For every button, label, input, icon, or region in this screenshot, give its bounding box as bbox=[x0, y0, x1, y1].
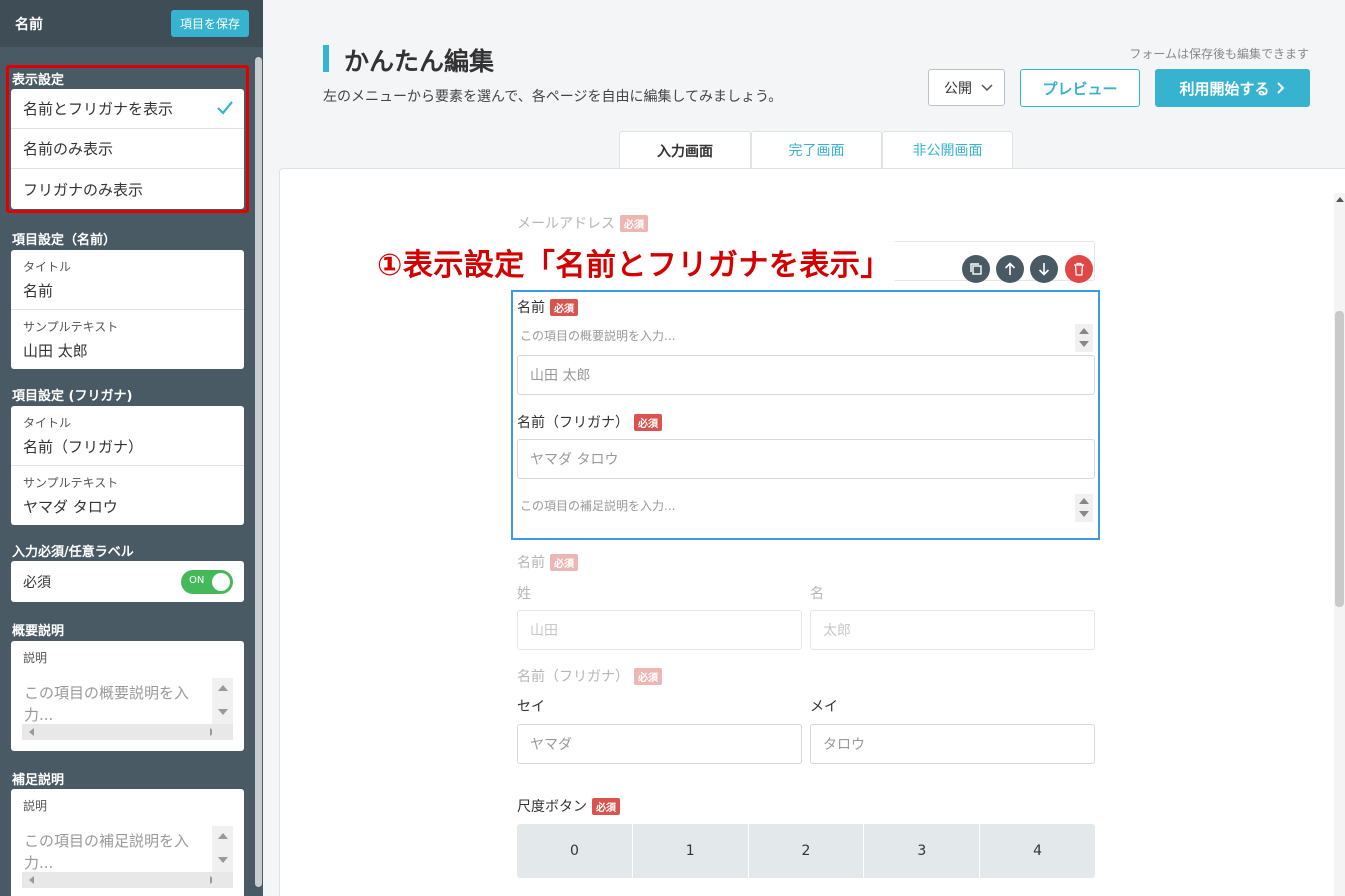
required-label-settings-label: 入力必須/任意ラベル bbox=[12, 545, 134, 560]
name-sample-label: サンプルテキスト bbox=[23, 320, 119, 334]
scale-button-3[interactable]: 3 bbox=[864, 824, 981, 878]
kana-sample-value[interactable]: ヤマダ タロウ bbox=[23, 491, 232, 525]
scroll-up-icon[interactable] bbox=[1336, 197, 1344, 202]
mei-kana-label: メイ bbox=[810, 699, 838, 715]
kana-title-label: タイトル bbox=[23, 416, 72, 430]
title-accent-bar bbox=[323, 45, 329, 72]
scale-button-0[interactable]: 0 bbox=[517, 824, 633, 878]
name-sample-field[interactable]: サンプルテキスト 山田 太郎 bbox=[11, 310, 244, 369]
textarea-vscroll[interactable] bbox=[212, 678, 233, 724]
scale-buttons: 0 1 2 3 4 bbox=[517, 824, 1095, 878]
kana-title-value[interactable]: 名前（フリガナ） bbox=[23, 431, 232, 465]
required-badge: 必須 bbox=[620, 214, 648, 232]
name-settings-label: 項目設定（名前） bbox=[12, 233, 117, 248]
save-item-button[interactable]: 項目を保存 bbox=[170, 10, 249, 37]
required-toggle[interactable]: ON bbox=[181, 569, 233, 594]
chevron-down-icon bbox=[981, 84, 993, 92]
chevron-right-icon bbox=[1276, 82, 1284, 94]
name-field-label: 名前 必須 bbox=[517, 297, 578, 317]
required-value: 必須 bbox=[23, 574, 51, 591]
page-title: かんたん編集 bbox=[344, 47, 495, 76]
required-badge: 必須 bbox=[550, 298, 578, 316]
mei-input[interactable]: 太郎 bbox=[810, 610, 1095, 650]
name-title-field[interactable]: タイトル 名前 bbox=[11, 250, 244, 310]
supplement-scroll-spinner[interactable] bbox=[1075, 494, 1093, 522]
scale-label: 尺度ボタン 必須 bbox=[517, 796, 620, 816]
summary-settings-label: 概要説明 bbox=[12, 624, 65, 639]
preview-button[interactable]: プレビュー bbox=[1020, 69, 1140, 107]
summary-card: 説明 この項目の概要説明を入力... bbox=[11, 641, 244, 751]
name-input[interactable]: 山田 太郎 bbox=[517, 355, 1095, 395]
textarea-hscroll[interactable] bbox=[22, 872, 222, 888]
supplement-textarea[interactable]: この項目の補足説明を入力... bbox=[22, 826, 233, 888]
supplement-field-label: 説明 bbox=[23, 799, 48, 813]
summary-scroll-spinner[interactable] bbox=[1075, 324, 1093, 352]
visibility-select[interactable]: 公開 bbox=[928, 69, 1005, 106]
sidebar: 名前 項目を保存 表示設定 名前とフリガナを表示 名前のみ表示 フリガナのみ表示… bbox=[0, 0, 263, 896]
sidebar-title: 名前 bbox=[15, 16, 43, 33]
kana-sample-field[interactable]: サンプルテキスト ヤマダ タロウ bbox=[11, 466, 244, 525]
sei-input[interactable]: 山田 bbox=[517, 610, 802, 650]
mei-kana-input[interactable]: タロウ bbox=[810, 724, 1095, 764]
resize-handle-icon[interactable] bbox=[212, 872, 233, 888]
scale-button-1[interactable]: 1 bbox=[633, 824, 749, 878]
summary-textarea[interactable]: この項目の概要説明を入力... bbox=[22, 678, 233, 740]
name-sample-value[interactable]: 山田 太郎 bbox=[23, 335, 232, 369]
kana-input[interactable]: ヤマダ タロウ bbox=[517, 439, 1095, 479]
textarea-vscroll[interactable] bbox=[212, 826, 233, 872]
sei-label: 姓 bbox=[517, 586, 531, 602]
supplement-settings-label: 補足説明 bbox=[12, 773, 65, 788]
split-kana-label: 名前（フリガナ） 必須 bbox=[517, 666, 662, 686]
move-up-button[interactable] bbox=[996, 255, 1024, 283]
name-title-label: タイトル bbox=[23, 260, 72, 274]
sei-kana-label: セイ bbox=[517, 699, 545, 715]
trash-icon bbox=[1074, 262, 1084, 276]
start-using-button[interactable]: 利用開始する bbox=[1155, 69, 1310, 107]
split-name-label: 名前 必須 bbox=[517, 552, 578, 572]
required-card: 必須 ON bbox=[11, 561, 244, 602]
page-subtitle: 左のメニューから要素を選んで、各ページを自由に編集してみましょう。 bbox=[323, 89, 783, 105]
save-hint: フォームは保存後も編集できます bbox=[1129, 47, 1309, 61]
sidebar-scrollbar[interactable] bbox=[254, 47, 263, 896]
name-title-value[interactable]: 名前 bbox=[23, 275, 232, 309]
resize-handle-icon[interactable] bbox=[212, 724, 233, 740]
toggle-knob bbox=[212, 572, 230, 591]
annotation-callout: ①表示設定「名前とフリガナを表示」 bbox=[373, 240, 895, 284]
required-badge: 必須 bbox=[634, 667, 662, 685]
name-settings-card: タイトル 名前 サンプルテキスト 山田 太郎 bbox=[11, 250, 244, 369]
kana-sample-label: サンプルテキスト bbox=[23, 476, 119, 490]
sidebar-header: 名前 項目を保存 bbox=[0, 0, 263, 47]
move-down-button[interactable] bbox=[1030, 255, 1058, 283]
tab-complete-screen[interactable]: 完了画面 bbox=[751, 131, 882, 168]
arrow-down-icon bbox=[1038, 263, 1050, 276]
scale-button-2[interactable]: 2 bbox=[749, 824, 865, 878]
email-label: メールアドレス 必須 bbox=[517, 213, 648, 233]
supplement-card: 説明 この項目の補足説明を入力... bbox=[11, 789, 244, 896]
arrow-up-icon bbox=[1004, 262, 1016, 275]
tab-input-screen[interactable]: 入力画面 bbox=[619, 131, 751, 169]
sei-kana-input[interactable]: ヤマダ bbox=[517, 724, 802, 764]
required-badge: 必須 bbox=[592, 797, 620, 815]
highlight-box bbox=[6, 65, 249, 213]
required-badge: 必須 bbox=[634, 413, 662, 431]
mei-label: 名 bbox=[810, 586, 824, 602]
kana-title-field[interactable]: タイトル 名前（フリガナ） bbox=[11, 406, 244, 466]
scale-button-4[interactable]: 4 bbox=[980, 824, 1095, 878]
kana-field-label: 名前（フリガナ） 必須 bbox=[517, 412, 662, 432]
summary-description-input[interactable]: この項目の概要説明を入力... bbox=[520, 327, 675, 344]
main-scrollbar[interactable] bbox=[1334, 193, 1345, 896]
textarea-hscroll[interactable] bbox=[22, 724, 222, 740]
duplicate-button[interactable] bbox=[962, 255, 990, 283]
supplement-description-input[interactable]: この項目の補足説明を入力... bbox=[520, 497, 675, 514]
tab-private-screen[interactable]: 非公開画面 bbox=[882, 131, 1013, 168]
required-badge: 必須 bbox=[550, 553, 578, 571]
kana-settings-card: タイトル 名前（フリガナ） サンプルテキスト ヤマダ タロウ bbox=[11, 406, 244, 525]
copy-icon bbox=[970, 263, 982, 275]
summary-field-label: 説明 bbox=[23, 651, 48, 665]
kana-settings-label: 項目設定 (フリガナ) bbox=[12, 389, 133, 404]
delete-button[interactable] bbox=[1065, 255, 1093, 283]
